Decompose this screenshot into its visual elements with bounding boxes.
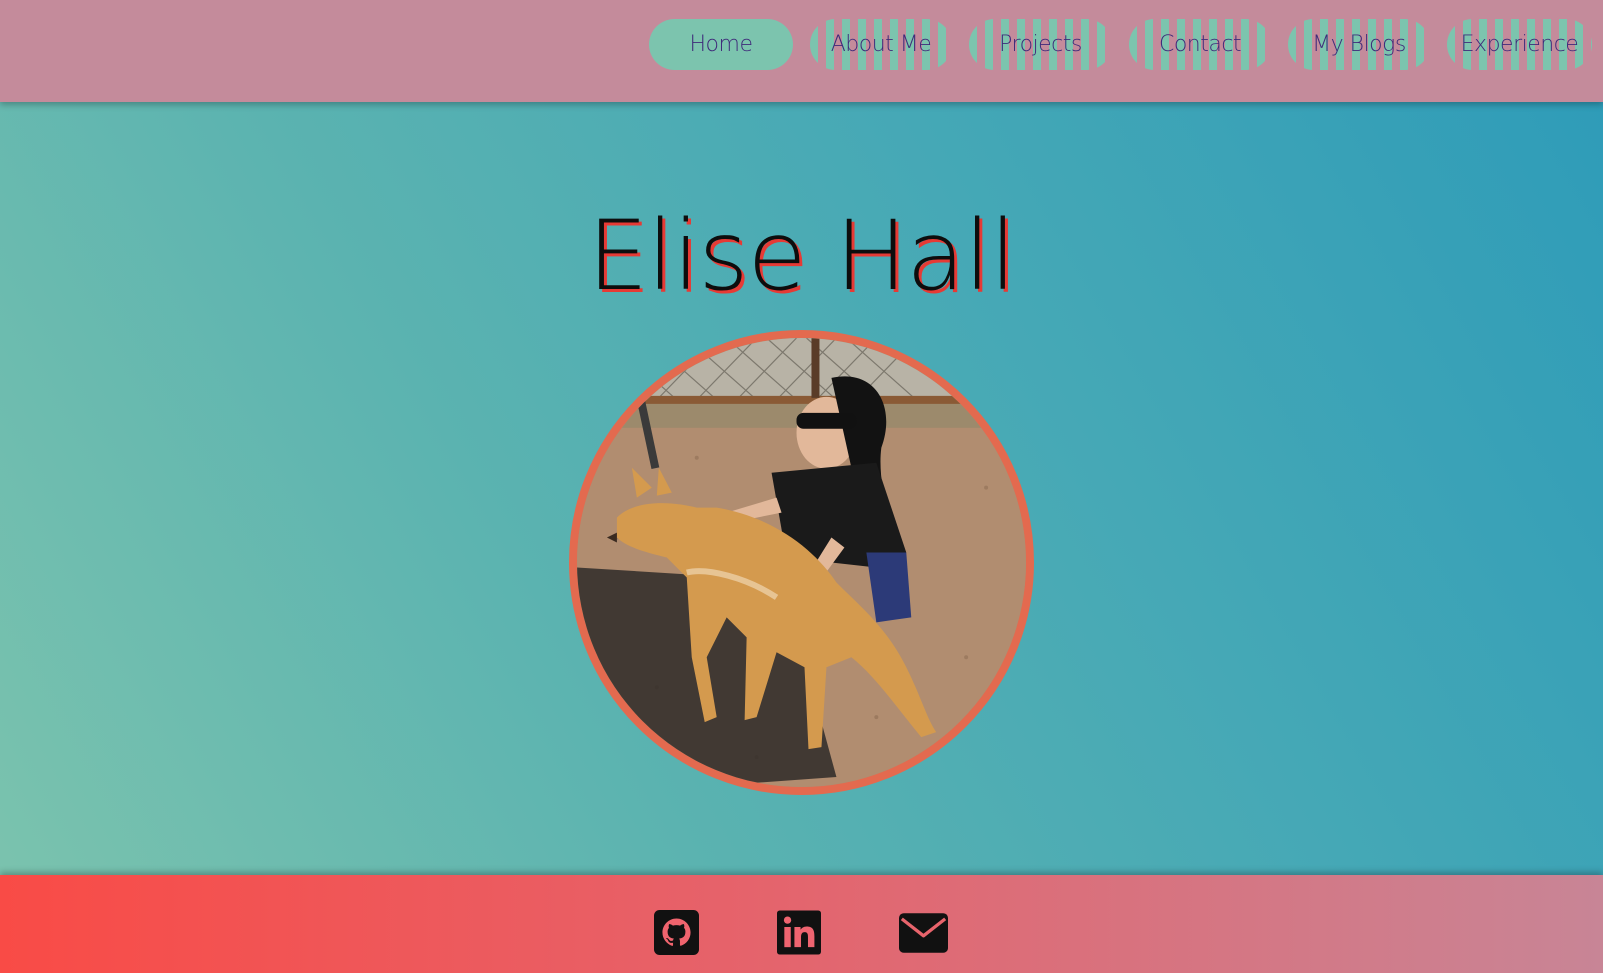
nav-about-me[interactable]: About Me (810, 19, 952, 70)
nav-about-me-label: About Me (830, 32, 932, 57)
profile-photo (569, 330, 1034, 795)
nav-my-blogs-label: My Blogs (1312, 32, 1406, 57)
page-title: Elise Hall (587, 200, 1017, 312)
footer (0, 875, 1603, 973)
mail-icon (899, 913, 948, 953)
main-nav: Home About Me Projects Contact My Blogs … (649, 19, 1592, 70)
nav-experience[interactable]: Experience (1447, 19, 1592, 70)
github-icon (654, 910, 699, 955)
nav-projects[interactable]: Projects (969, 19, 1112, 70)
email-link[interactable] (899, 913, 948, 953)
nav-contact-label: Contact (1158, 32, 1242, 57)
github-link[interactable] (654, 910, 699, 955)
top-navigation-bar: Home About Me Projects Contact My Blogs … (0, 0, 1603, 102)
nav-home-label: Home (689, 32, 753, 57)
nav-projects-label: Projects (999, 32, 1082, 57)
nav-contact[interactable]: Contact (1129, 19, 1271, 70)
nav-home[interactable]: Home (649, 19, 793, 70)
linkedin-icon (777, 910, 821, 955)
nav-experience-label: Experience (1460, 32, 1579, 57)
linkedin-link[interactable] (777, 910, 821, 955)
nav-my-blogs[interactable]: My Blogs (1288, 19, 1430, 70)
profile-photo-illustration (577, 338, 1026, 787)
